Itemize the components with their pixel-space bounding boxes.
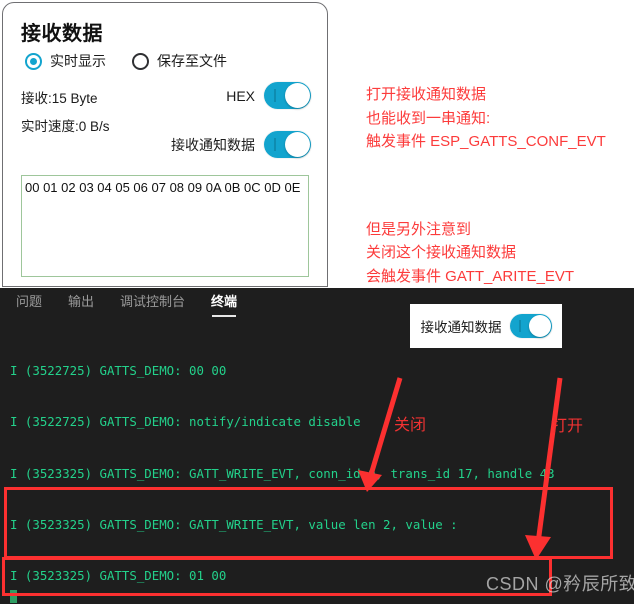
open-arrow-label: 打开 — [551, 418, 584, 435]
terminal-tab-bar: 问题 输出 调试控制台 终端 — [0, 288, 239, 322]
watermark: CSDN @矜辰所致 — [486, 574, 634, 594]
callout-toggle-switch[interactable] — [509, 314, 552, 338]
notify-toggle-row: 接收通知数据 — [171, 131, 311, 158]
radio-save-to-file-label: 保存至文件 — [157, 53, 227, 69]
tab-terminal[interactable]: 终端 — [209, 291, 239, 319]
terminal-log-output[interactable]: I (3522725) GATTS_DEMO: 00 00 I (3522725… — [0, 328, 634, 604]
notify-toggle-label: 接收通知数据 — [171, 136, 255, 153]
radio-save-to-file[interactable] — [132, 52, 149, 70]
annotation-paragraph-2: 但是另外注意到 关闭这个接收通知数据 会触发事件 GATT_ARITE_EVT — [366, 220, 575, 285]
notify-toggle-callout: 接收通知数据 — [410, 304, 562, 348]
radio-realtime-display[interactable] — [25, 52, 42, 70]
notify-toggle-knob — [285, 132, 310, 157]
radio-realtime-display-label: 实时显示 — [50, 53, 106, 69]
log-line: I (3523325) GATTS_DEMO: GATT_WRITE_EVT, … — [10, 465, 555, 481]
realtime-speed-text: 实时速度:0 B/s — [21, 119, 110, 134]
hex-toggle-row: HEX — [226, 82, 311, 109]
screenshot-root: 接收数据 实时显示 保存至文件 接收:15 Byte 实时速度:0 B/s HE… — [0, 0, 634, 604]
received-data-textarea[interactable]: 00 01 02 03 04 05 06 07 08 09 0A 0B 0C 0… — [21, 175, 309, 277]
hex-toggle-switch[interactable] — [264, 82, 311, 109]
hex-toggle-knob — [285, 83, 310, 108]
receive-data-panel: 接收数据 实时显示 保存至文件 接收:15 Byte 实时速度:0 B/s HE… — [2, 2, 328, 287]
close-arrow-label: 关闭 — [394, 417, 427, 434]
notify-toggle-switch[interactable] — [264, 131, 311, 158]
display-mode-radio-group: 实时显示 保存至文件 — [25, 51, 227, 71]
callout-toggle-knob — [528, 315, 551, 337]
hex-toggle-label: HEX — [226, 87, 255, 104]
annotation-paragraph-1: 打开接收通知数据 也能收到一串通知: 触发事件 ESP_GATTS_CONF_E… — [366, 86, 606, 150]
tab-problems[interactable]: 问题 — [14, 291, 44, 319]
tab-debug-console[interactable]: 调试控制台 — [118, 291, 187, 319]
terminal-cursor — [10, 590, 17, 603]
page-title: 接收数据 — [21, 23, 103, 45]
log-line: I (3523325) GATTS_DEMO: GATT_WRITE_EVT, … — [10, 517, 458, 533]
log-line: I (3522725) GATTS_DEMO: 00 00 — [10, 363, 227, 379]
log-line: I (3522725) GATTS_DEMO: notify/indicate … — [10, 414, 361, 430]
received-bytes-text: 接收:15 Byte — [21, 91, 98, 106]
tab-output[interactable]: 输出 — [66, 291, 96, 319]
callout-toggle-label: 接收通知数据 — [420, 320, 502, 335]
